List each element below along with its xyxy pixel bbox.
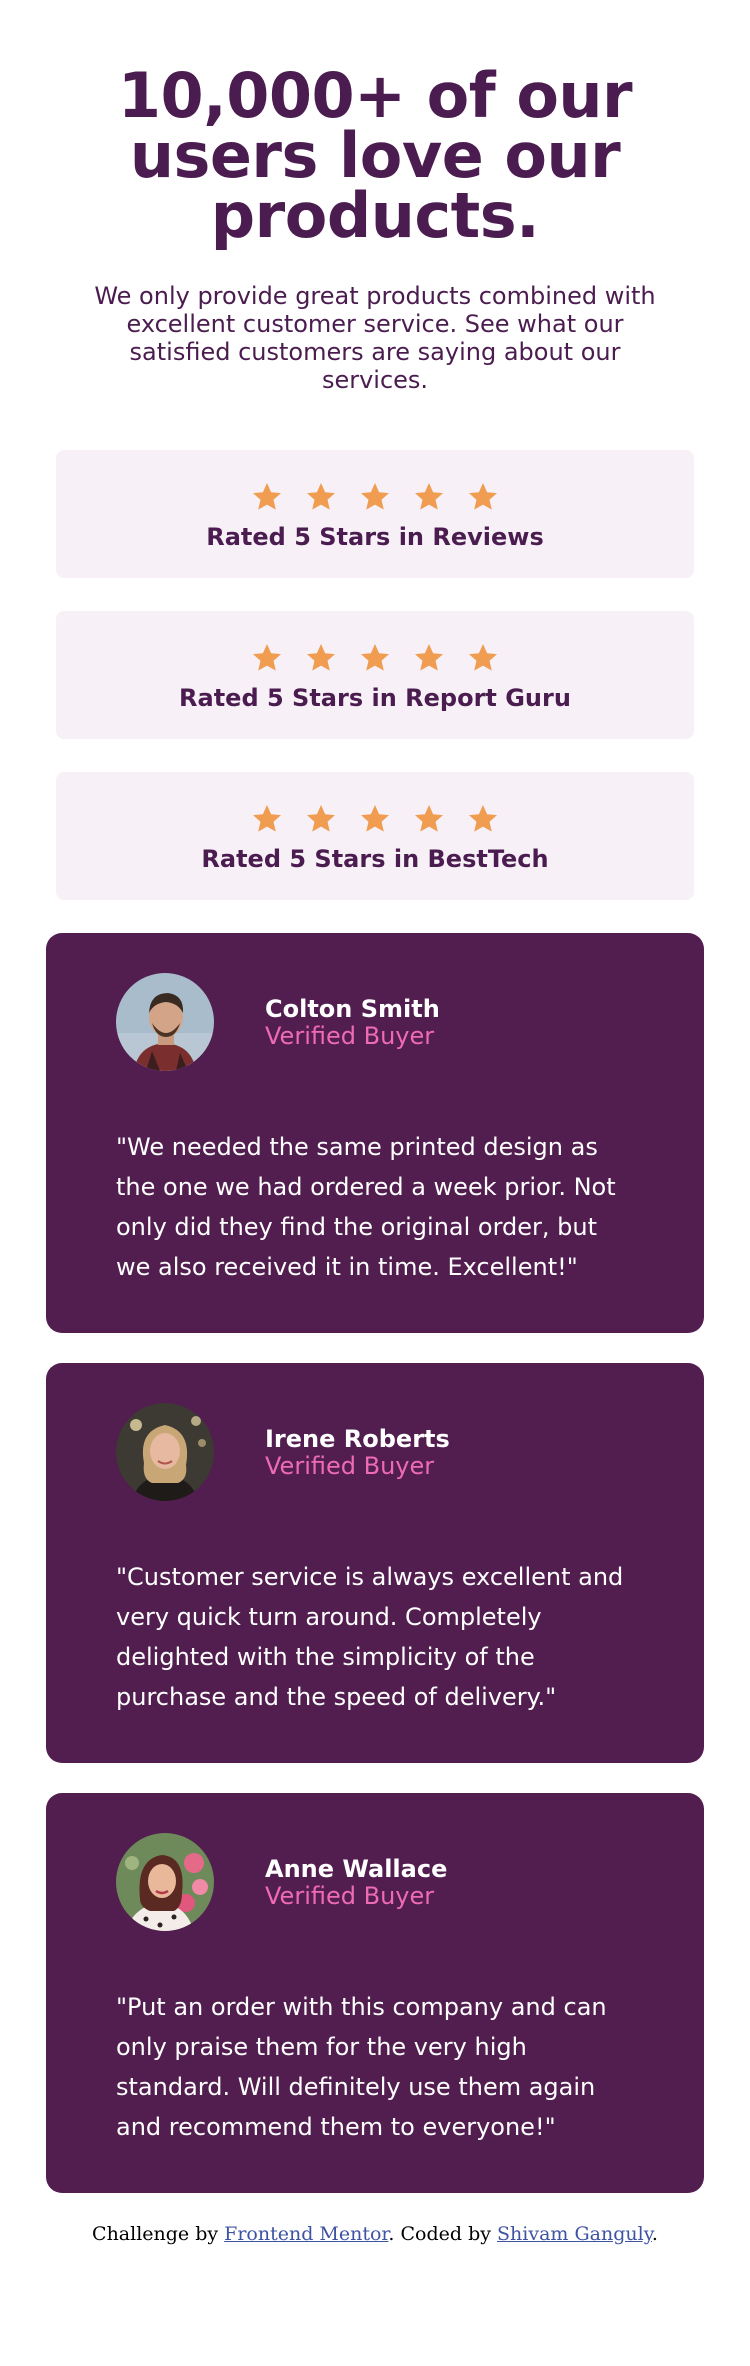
star-icon [307,644,335,671]
buyer-name: Colton Smith [265,995,440,1023]
page-title: 10,000+ of our users love our products. [117,59,633,252]
avatar [116,973,214,1071]
avatar [116,1403,214,1501]
buyer-info: Irene Roberts Verified Buyer [265,1425,450,1479]
verified-buyer-badge: Verified Buyer [265,1882,435,1910]
testimonials-section: Colton Smith Verified Buyer "We needed t… [0,933,750,2193]
rating-card-report-guru: Rated 5 Stars in Report Guru [56,611,694,739]
buyer-info: Anne Wallace Verified Buyer [265,1855,447,1909]
star-row [251,481,499,513]
page: 10,000+ of our users love our products. … [0,0,750,2275]
buyer-info: Colton Smith Verified Buyer [265,995,440,1049]
star-icon [415,805,443,832]
avatar-anne-image [116,1833,214,1931]
rating-card-reviews: Rated 5 Stars in Reviews [56,450,694,578]
star-icon [469,644,497,671]
star-row [251,803,499,835]
testimonial-header: Irene Roberts Verified Buyer [116,1403,634,1501]
star-icon [415,483,443,510]
attribution: Challenge by Frontend Mentor. Coded by S… [0,2223,750,2245]
author-link[interactable]: Shivam Ganguly [497,2223,652,2245]
rating-label: Rated 5 Stars in BestTech [201,845,549,873]
verified-buyer-badge: Verified Buyer [265,1022,435,1050]
testimonial-header: Colton Smith Verified Buyer [116,973,634,1071]
frontend-mentor-link[interactable]: Frontend Mentor [224,2223,388,2245]
star-icon [307,805,335,832]
attribution-middle: . Coded by [388,2223,498,2245]
testimonial-card: Colton Smith Verified Buyer "We needed t… [46,933,704,1333]
avatar [116,1833,214,1931]
attribution-prefix: Challenge by [92,2223,225,2245]
star-icon [361,483,389,510]
rating-label: Rated 5 Stars in Reviews [206,523,544,551]
testimonial-header: Anne Wallace Verified Buyer [116,1833,634,1931]
testimonial-quote: "Customer service is always excellent an… [116,1563,624,1711]
attribution-suffix: . [651,2223,658,2245]
testimonial-card: Anne Wallace Verified Buyer "Put an orde… [46,1793,704,2193]
star-icon [469,805,497,832]
buyer-name: Irene Roberts [265,1425,450,1453]
star-icon [253,483,281,510]
star-icon [469,483,497,510]
star-row [251,642,499,674]
star-icon [361,805,389,832]
ratings-section: Rated 5 Stars in Reviews Rated 5 Stars i… [0,450,750,900]
star-icon [253,805,281,832]
hero-section: 10,000+ of our users love our products. … [0,0,750,395]
testimonial-quote: "We needed the same printed design as th… [116,1133,616,1281]
buyer-name: Anne Wallace [265,1855,448,1883]
hero-description: We only provide great products combined … [94,282,656,394]
star-icon [361,644,389,671]
testimonial-quote: "Put an order with this company and can … [116,1993,607,2141]
star-icon [415,644,443,671]
avatar-colton-image [116,973,214,1071]
testimonial-card: Irene Roberts Verified Buyer "Customer s… [46,1363,704,1763]
star-icon [253,644,281,671]
star-icon [307,483,335,510]
rating-card-besttech: Rated 5 Stars in BestTech [56,772,694,900]
rating-label: Rated 5 Stars in Report Guru [179,684,571,712]
avatar-irene-image [116,1403,214,1501]
verified-buyer-badge: Verified Buyer [265,1452,435,1480]
